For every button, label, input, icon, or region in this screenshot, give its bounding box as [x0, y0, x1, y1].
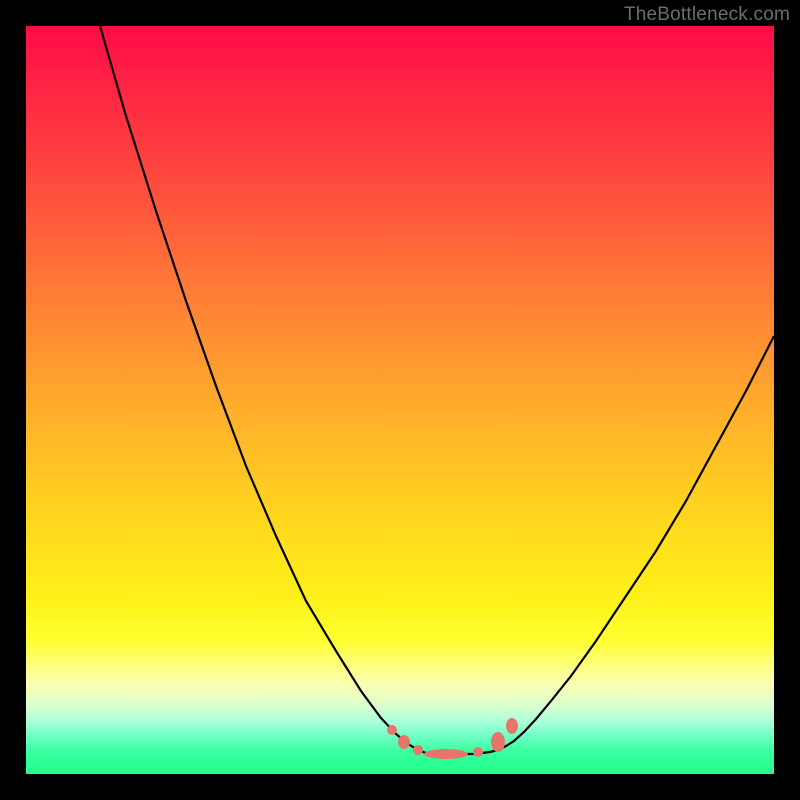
outer-frame: TheBottleneck.com [0, 0, 800, 800]
curve-group [100, 26, 774, 754]
datapoint-1 [398, 735, 410, 749]
datapoint-5 [491, 732, 505, 752]
plot-area [26, 26, 774, 774]
datapoints-group [387, 718, 518, 759]
datapoint-3 [424, 749, 468, 759]
chart-svg [26, 26, 774, 774]
right-curve-path [474, 336, 774, 754]
datapoint-2 [413, 745, 423, 755]
watermark-text: TheBottleneck.com [624, 4, 790, 26]
datapoint-6 [506, 718, 518, 734]
left-curve-path [100, 26, 434, 754]
datapoint-0 [387, 725, 397, 735]
datapoint-4 [473, 747, 483, 757]
